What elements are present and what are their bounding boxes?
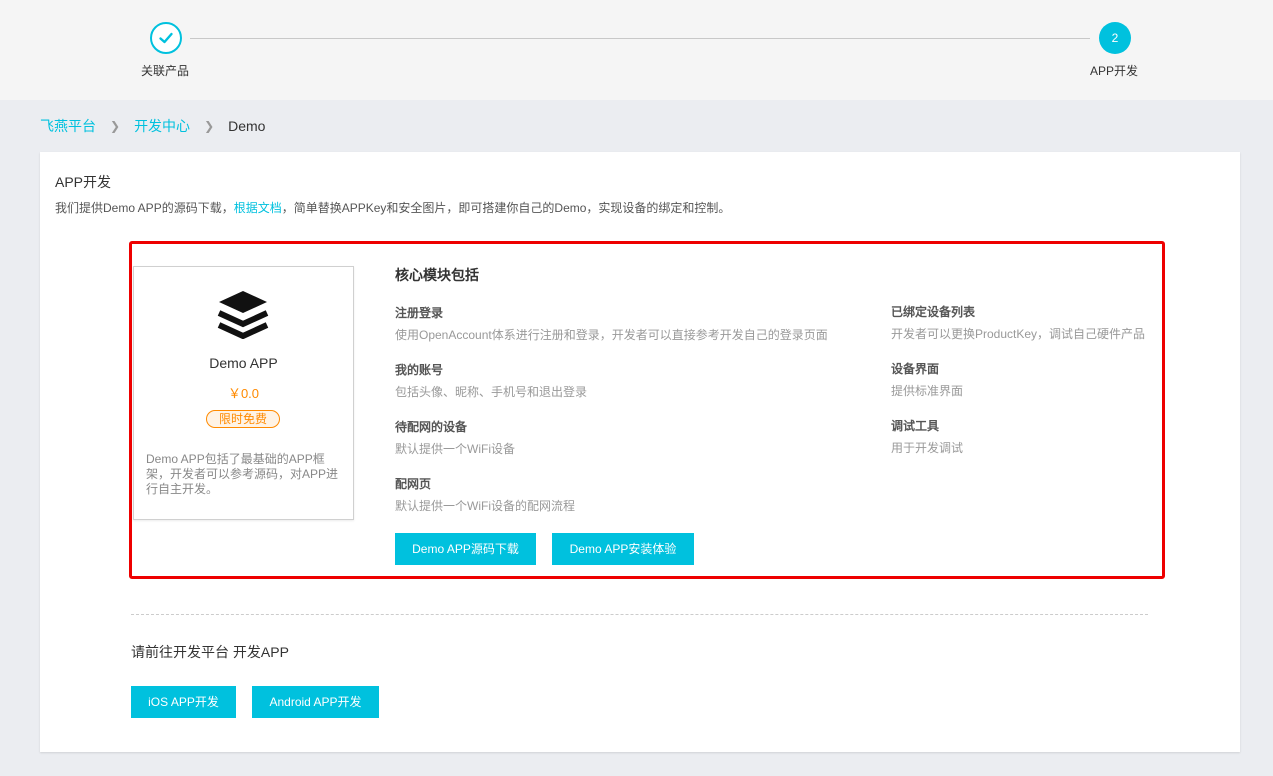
feature-title: 设备界面 (891, 362, 940, 376)
core-modules-title: 核心模块包括 (395, 267, 479, 283)
platform-section-title: 请前往开发平台 开发APP (131, 644, 289, 660)
feature-description: 默认提供一个WiFi设备 (395, 442, 515, 456)
feature-description: 包括头像、昵称、手机号和退出登录 (395, 385, 588, 399)
feature-title: 配网页 (395, 477, 432, 491)
step-2-label: APP开发 (1090, 64, 1139, 78)
feature-description: 用于开发调试 (891, 441, 964, 455)
app-price: ￥0.0 (227, 386, 260, 401)
check-icon (159, 32, 173, 44)
description-text-before: 我们提供Demo APP的源码下载， (55, 201, 234, 215)
page-description: 我们提供Demo APP的源码下载，根据文档，简单替换APPKey和安全图片，即… (55, 199, 730, 216)
step-1-label: 关联产品 (141, 64, 190, 78)
feature-description: 提供标准界面 (891, 384, 964, 398)
android-app-dev-button[interactable]: Android APP开发 (252, 686, 379, 718)
app-name: Demo APP (209, 355, 278, 371)
page-title: APP开发 (55, 174, 112, 190)
feature-title: 注册登录 (395, 306, 444, 320)
feature-debug-tools: 调试工具 用于开发调试 (891, 417, 963, 456)
divider (131, 614, 1148, 615)
step-1-done-circle (150, 22, 182, 54)
app-development-panel: APP开发 我们提供Demo APP的源码下载，根据文档，简单替换APPKey和… (40, 152, 1240, 752)
step-connector-line (190, 38, 1090, 39)
breadcrumb: 飞燕平台 ❯ 开发中心 ❯ Demo (40, 116, 265, 136)
feature-network-config: 配网页 默认提供一个WiFi设备的配网流程 (395, 475, 575, 514)
feature-register-login: 注册登录 使用OpenAccount体系进行注册和登录，开发者可以直接参考开发自… (395, 304, 828, 343)
free-badge: 限时免费 (206, 410, 280, 428)
demo-app-card: Demo APP ￥0.0 限时免费 Demo APP包括了最基础的APP框架，… (133, 266, 354, 520)
feature-description: 默认提供一个WiFi设备的配网流程 (395, 499, 575, 513)
description-text-after: ，简单替换APPKey和安全图片，即可搭建你自己的Demo，实现设备的绑定和控制… (281, 201, 731, 215)
feature-my-account: 我的账号 包括头像、昵称、手机号和退出登录 (395, 361, 587, 400)
app-description: Demo APP包括了最基础的APP框架，开发者可以参考源码，对APP进行自主开… (146, 452, 339, 496)
install-experience-button[interactable]: Demo APP安装体验 (552, 533, 694, 565)
ios-app-dev-button[interactable]: iOS APP开发 (131, 686, 236, 718)
chevron-right-icon: ❯ (110, 119, 121, 133)
chevron-right-icon: ❯ (204, 119, 215, 133)
feature-description: 开发者可以更换ProductKey，调试自己硬件产品 (891, 327, 1146, 341)
source-download-button[interactable]: Demo APP源码下载 (395, 533, 536, 565)
layers-icon (217, 291, 269, 339)
feature-description: 使用OpenAccount体系进行注册和登录，开发者可以直接参考开发自己的登录页… (395, 328, 828, 342)
breadcrumb-link-feiyan-platform[interactable]: 飞燕平台 (40, 116, 96, 136)
step-2-active-circle: 2 (1099, 22, 1131, 54)
breadcrumb-current-demo: Demo (228, 118, 266, 134)
documentation-link[interactable]: 根据文档 (234, 201, 282, 215)
feature-title: 已绑定设备列表 (891, 305, 976, 319)
feature-pending-devices: 待配网的设备 默认提供一个WiFi设备 (395, 418, 515, 457)
feature-device-ui: 设备界面 提供标准界面 (891, 360, 963, 399)
feature-title: 我的账号 (395, 363, 444, 377)
breadcrumb-link-dev-center[interactable]: 开发中心 (134, 116, 190, 136)
feature-title: 待配网的设备 (395, 420, 468, 434)
feature-title: 调试工具 (891, 419, 940, 433)
feature-bound-device-list: 已绑定设备列表 开发者可以更换ProductKey，调试自己硬件产品 (891, 303, 1145, 342)
step-progress-bar: 关联产品 2 APP开发 (0, 0, 1273, 100)
